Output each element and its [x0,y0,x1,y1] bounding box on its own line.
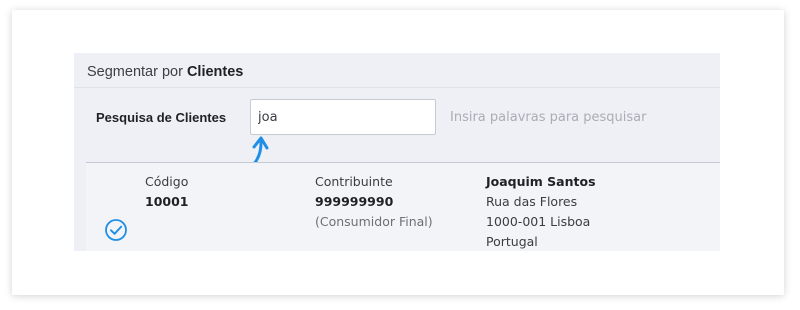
code-column: Código 10001 [145,172,189,212]
tax-note: (Consumidor Final) [315,214,433,229]
address-line-1: Rua das Flores [486,194,578,209]
check-circle-icon[interactable] [104,218,128,242]
client-name: Joaquim Santos [486,174,596,189]
tax-value: 999999990 [315,194,394,209]
panel-title: Segmentar por Clientes [87,64,243,80]
tax-label: Contribuinte [315,174,393,189]
panel-title-bold: Clientes [186,64,244,80]
code-label: Código [145,174,189,189]
search-label: Pesquisa de Clientes [96,110,227,125]
title-divider [74,87,720,88]
address-line-2: 1000-001 Lisboa [486,214,591,229]
panel-title-prefix: Segmentar por [87,64,183,80]
client-result-row[interactable]: Código 10001 Contribuinte 999999990 (Con… [86,163,720,251]
address-column: Joaquim Santos Rua das Flores 1000-001 L… [486,172,596,251]
address-country: Portugal [486,234,538,249]
client-segment-panel: Segmentar por Clientes Pesquisa de Clien… [74,53,720,251]
code-value: 10001 [145,194,189,209]
tax-column: Contribuinte 999999990 (Consumidor Final… [315,172,433,232]
search-hint: Insira palavras para pesquisar [450,110,647,125]
